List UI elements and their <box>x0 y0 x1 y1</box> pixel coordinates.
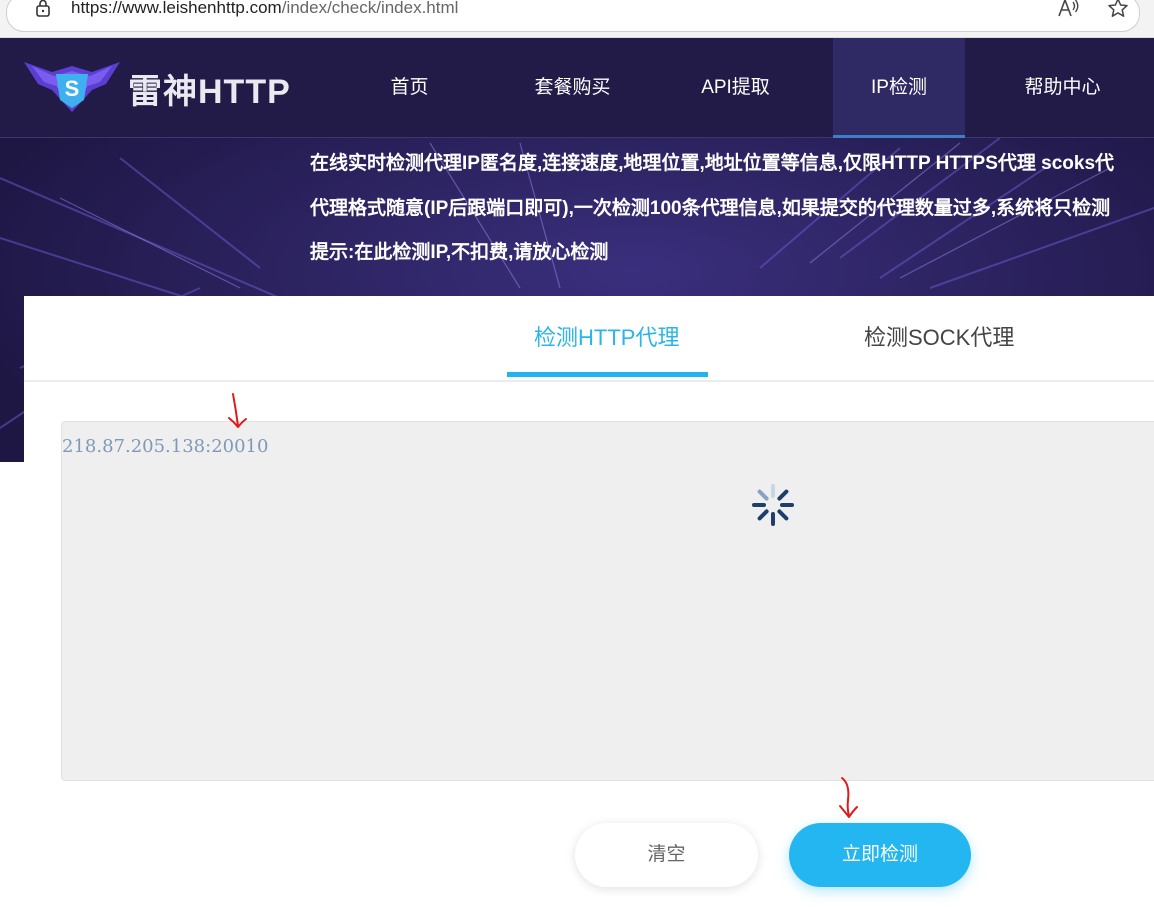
loading-spinner-icon <box>752 484 794 526</box>
proxy-type-tabs: 检测HTTP代理 检测SOCK代理 <box>24 296 1154 382</box>
logo-icon[interactable]: S <box>22 56 122 116</box>
star-icon[interactable] <box>1107 0 1129 19</box>
nav-item-home[interactable]: 首页 <box>352 38 467 138</box>
notice-line-3: 提示:在此检测IP,不扣费,请放心检测 <box>310 242 609 263</box>
svg-text:S: S <box>65 76 80 101</box>
proxy-list-input[interactable]: 218.87.205.138:20010 <box>61 421 1154 781</box>
read-aloud-icon[interactable] <box>1057 0 1081 19</box>
active-tab-indicator <box>507 372 708 377</box>
url-field[interactable]: https://www.leishenhttp.com/index/check/… <box>6 0 1140 32</box>
url-text: https://www.leishenhttp.com/index/check/… <box>71 0 458 18</box>
browser-address-bar: https://www.leishenhttp.com/index/check/… <box>0 0 1154 38</box>
lock-icon <box>36 0 50 17</box>
tab-http-proxy[interactable]: 检测HTTP代理 <box>534 320 679 352</box>
check-card: 检测HTTP代理 检测SOCK代理 218.87.205.138:20010 清… <box>24 296 1154 907</box>
annotation-arrow-icon <box>228 393 247 428</box>
notice-line-2: 代理格式随意(IP后跟端口即可),一次检测100条代理信息,如果提交的代理数量过… <box>310 198 1111 219</box>
logo-text: 雷神HTTP <box>128 73 291 111</box>
url-host: https://www.leishenhttp.com <box>71 0 282 17</box>
clear-button[interactable]: 清空 <box>575 823 758 887</box>
notice-line-1: 在线实时检测代理IP匿名度,连接速度,地理位置,地址位置等信息,仅限HTTP H… <box>310 153 1115 174</box>
top-nav: S 雷神HTTP 首页 套餐购买 API提取 IP检测 帮助中心 <box>0 38 1154 138</box>
nav-item-help[interactable]: 帮助中心 <box>1005 38 1120 138</box>
annotation-arrow-icon <box>839 777 858 818</box>
tab-sock-proxy[interactable]: 检测SOCK代理 <box>864 320 1014 352</box>
nav-item-packages[interactable]: 套餐购买 <box>515 38 630 138</box>
url-path: /index/check/index.html <box>281 0 459 17</box>
nav-item-api[interactable]: API提取 <box>678 38 793 138</box>
check-now-button[interactable]: 立即检测 <box>789 823 971 887</box>
nav-item-ip-check[interactable]: IP检测 <box>833 38 965 138</box>
